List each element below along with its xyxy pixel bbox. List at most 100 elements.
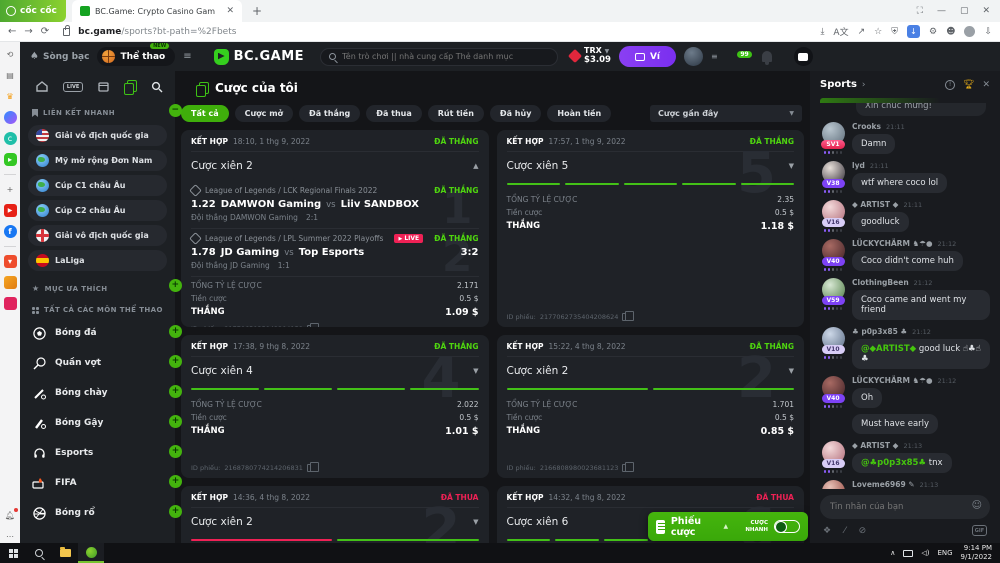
volume-icon[interactable]: ◁) — [921, 549, 929, 557]
mention[interactable]: @♣p0p3x85♣ — [861, 458, 926, 468]
notifications-icon[interactable] — [762, 51, 772, 62]
chat-messages[interactable]: Xin chúc mừng! SV1 Crooks21:11 Damn V38 … — [810, 103, 1000, 489]
tab-open[interactable]: Cược mở — [235, 105, 293, 122]
language-indicator[interactable]: ENG — [937, 549, 952, 557]
zalo-icon[interactable]: c — [4, 132, 17, 145]
newsfeed-icon[interactable]: ▤ — [4, 69, 17, 82]
rail-more-icon[interactable]: ⋯ — [4, 530, 17, 543]
quick-link-national-league-us[interactable]: Giải vô địch quốc gia — [28, 125, 167, 146]
emoji-icon[interactable]: ☺ — [972, 500, 982, 511]
game-search[interactable] — [320, 48, 558, 66]
casino-nav[interactable]: ♠ Sòng bạc — [30, 51, 89, 62]
bet-slip-button[interactable]: Phiếu cược ▲ CƯỢC NHANH — [648, 512, 808, 541]
bcgame-logo[interactable]: BC.GAME — [214, 49, 304, 65]
quick-link-laliga[interactable]: LaLiga — [28, 250, 167, 271]
file-explorer-icon[interactable] — [52, 543, 78, 563]
games-icon[interactable]: ▸ — [4, 153, 17, 166]
tab-all[interactable]: Tất cả — [181, 105, 229, 122]
close-chat-icon[interactable]: ✕ — [982, 80, 990, 90]
expand-card-icon[interactable]: ▼ — [789, 367, 794, 375]
profile-menu-icon[interactable]: ≡ — [711, 52, 718, 61]
username[interactable]: Crooks — [852, 122, 881, 131]
add-shortcut-icon[interactable]: + — [4, 183, 17, 196]
sort-dropdown[interactable]: Cược gần đây ▼ — [650, 105, 802, 122]
sidebar-item-esports[interactable]: Esports + — [20, 438, 175, 468]
shopee-icon[interactable]: ▾ — [4, 255, 17, 268]
chat-room-name[interactable]: Sports — [820, 79, 857, 90]
trophy-icon[interactable]: 🏆︎ — [963, 80, 974, 90]
new-tab-button[interactable]: + — [252, 4, 262, 18]
live-nav-icon[interactable]: LIVE — [63, 82, 83, 92]
quick-bet-toggle[interactable] — [774, 520, 800, 533]
expand-card-icon[interactable]: ▼ — [473, 518, 478, 526]
sidebar-item-soccer[interactable]: Bóng đá + — [20, 318, 175, 348]
user-avatar[interactable] — [684, 47, 703, 66]
window-maximize-button[interactable]: ▢ — [960, 6, 969, 16]
expand-cricket-button[interactable]: + — [169, 415, 182, 428]
collapse-quick-links-button[interactable]: − — [169, 104, 182, 117]
reload-button[interactable]: ⟳ — [41, 26, 49, 37]
tab-cancelled[interactable]: Đã hủy — [490, 105, 542, 122]
back-button[interactable]: ← — [8, 26, 16, 37]
copy-icon[interactable] — [622, 313, 629, 321]
copy-icon[interactable] — [307, 325, 314, 327]
mention[interactable]: @◆ARTIST◆ — [861, 344, 916, 354]
username[interactable]: ◆ ARTIST ◆ — [852, 200, 898, 209]
expand-esports-button[interactable]: + — [169, 445, 182, 458]
tab-cashout[interactable]: Rút tiền — [428, 105, 484, 122]
quick-link-champions-league[interactable]: Cúp C1 châu Âu — [28, 175, 167, 196]
add-favorite-button[interactable]: + — [169, 279, 182, 292]
extensions-icon[interactable]: ⚙ — [929, 27, 937, 37]
username[interactable]: ♣ p0p3x85 ♣ — [852, 327, 907, 336]
sidebar-search-icon[interactable] — [151, 81, 163, 93]
tab-won[interactable]: Đã thắng — [299, 105, 360, 122]
copy-icon[interactable] — [307, 464, 314, 472]
network-icon[interactable] — [903, 550, 913, 557]
calendar-icon[interactable] — [98, 81, 109, 92]
expand-basketball-button[interactable]: + — [169, 505, 182, 518]
avatar[interactable] — [822, 480, 845, 489]
sidebar-item-cricket[interactable]: Bóng Gậy + — [20, 408, 175, 438]
messenger-icon[interactable] — [4, 111, 17, 124]
forward-button[interactable]: → — [24, 26, 32, 37]
username[interactable]: ClothingBeen — [852, 278, 909, 287]
username[interactable]: LÜCKYCHÄRM ♞☂● — [852, 239, 933, 248]
youtube-icon[interactable]: ▶ — [4, 204, 17, 217]
window-close-button[interactable]: ✕ — [982, 6, 990, 16]
expand-card-icon[interactable]: ▼ — [789, 162, 794, 170]
shield-icon[interactable]: ⛨ — [891, 27, 898, 37]
username[interactable]: LÜCKYCHÄRM ♞☂● — [852, 376, 933, 385]
sports-nav[interactable]: Thể thao NEW — [97, 47, 175, 66]
facebook-icon[interactable]: f — [4, 225, 17, 238]
chat-rules-icon[interactable]: ! — [945, 80, 955, 90]
save-page-icon[interactable]: ⤓ — [820, 27, 824, 37]
history-icon[interactable]: ⟲ — [4, 48, 17, 61]
menu-icon[interactable]: ≡ — [183, 51, 191, 62]
bookmark-star-icon[interactable]: ☆ — [874, 27, 882, 37]
tab-lost[interactable]: Đã thua — [366, 105, 422, 122]
share-icon[interactable]: ↗ — [858, 27, 866, 37]
window-minimize-button[interactable]: — — [937, 6, 946, 16]
chat-commands-icon[interactable]: ⁄ — [844, 526, 846, 536]
close-tab-icon[interactable]: ✕ — [226, 6, 234, 16]
expand-card-icon[interactable]: ▼ — [473, 367, 478, 375]
chat-toggle-button[interactable] — [794, 47, 813, 66]
collapse-card-icon[interactable]: ▲ — [473, 162, 478, 170]
download-extension-icon[interactable]: ↓ — [907, 25, 920, 38]
gift-icon[interactable] — [4, 297, 17, 310]
expand-tennis-button[interactable]: + — [169, 355, 182, 368]
username[interactable]: lyd — [852, 161, 865, 170]
coccoc-brand[interactable]: cốc cốc — [0, 0, 66, 22]
home-icon[interactable] — [36, 81, 48, 92]
profile-icon[interactable]: ☻ — [946, 27, 955, 37]
coccoc-taskbar-icon[interactable] — [78, 543, 104, 563]
quick-link-europa-league[interactable]: Cúp C2 châu Âu — [28, 200, 167, 221]
expand-fifa-button[interactable]: + — [169, 475, 182, 488]
sidebar-item-basketball[interactable]: Bóng rổ + — [20, 498, 175, 528]
expand-soccer-button[interactable]: + — [169, 325, 182, 338]
copy-icon[interactable] — [622, 464, 629, 472]
taskbar-search-icon[interactable] — [26, 543, 52, 563]
quick-link-national-league-eng[interactable]: Giải vô địch quốc gia — [28, 225, 167, 246]
chevron-right-icon[interactable]: › — [862, 80, 866, 90]
tray-expand-icon[interactable]: ∧ — [890, 549, 895, 557]
